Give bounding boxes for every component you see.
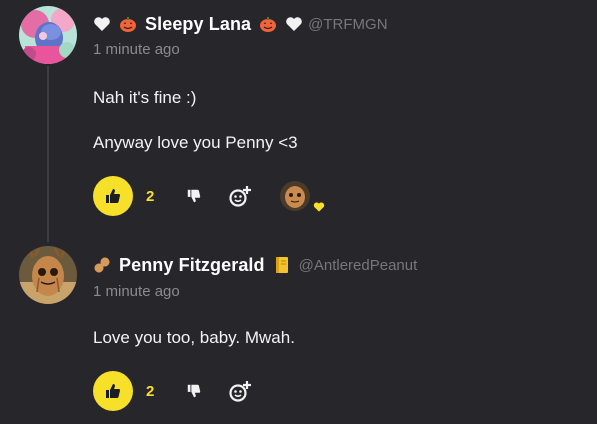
avatar[interactable] bbox=[19, 246, 77, 304]
white-heart-icon bbox=[94, 17, 110, 31]
downvote-button[interactable] bbox=[182, 379, 206, 403]
thumbs-down-icon bbox=[187, 384, 201, 398]
thumbs-up-icon bbox=[106, 384, 120, 398]
thumbs-up-icon bbox=[106, 189, 120, 203]
upvote-count: 2 bbox=[146, 382, 155, 400]
comment-header: Sleepy Lana @TRFMGN bbox=[93, 13, 388, 35]
timestamp: 1 minute ago bbox=[93, 283, 180, 300]
comment-header: Penny Fitzgerald @AntleredPeanut bbox=[93, 254, 417, 276]
thread-line bbox=[47, 66, 49, 242]
comment-text: Anyway love you Penny <3 bbox=[93, 133, 298, 152]
upvote-button[interactable] bbox=[93, 371, 133, 411]
jack-o-lantern-icon bbox=[120, 17, 136, 32]
jack-o-lantern-icon bbox=[260, 17, 277, 32]
upvote-button[interactable] bbox=[93, 176, 133, 216]
add-reaction-button[interactable] bbox=[228, 379, 252, 403]
comment-text: Nah it's fine :) bbox=[93, 88, 197, 107]
avatar[interactable] bbox=[19, 6, 77, 64]
comment-actions: 2 bbox=[93, 371, 274, 411]
downvote-button[interactable] bbox=[182, 184, 206, 208]
user-handle[interactable]: @TRFMGN bbox=[308, 16, 387, 33]
username[interactable]: Sleepy Lana bbox=[145, 14, 251, 35]
comment-text: Love you too, baby. Mwah. bbox=[93, 328, 295, 347]
reaction-avatar bbox=[280, 181, 310, 211]
white-heart-icon bbox=[286, 17, 302, 31]
add-reaction-icon bbox=[229, 186, 251, 207]
timestamp: 1 minute ago bbox=[93, 41, 180, 58]
peanut-icon bbox=[94, 257, 110, 273]
upvote-count: 2 bbox=[146, 187, 155, 205]
add-reaction-button[interactable] bbox=[228, 184, 252, 208]
notebook-icon bbox=[275, 257, 288, 273]
thumbs-down-icon bbox=[187, 189, 201, 203]
comment-actions: 2 bbox=[93, 176, 325, 216]
user-handle[interactable]: @AntleredPeanut bbox=[299, 257, 418, 274]
add-reaction-icon bbox=[229, 381, 251, 402]
username[interactable]: Penny Fitzgerald bbox=[119, 255, 265, 276]
yellow-heart-icon bbox=[313, 202, 325, 212]
reaction-chip[interactable] bbox=[280, 178, 325, 214]
